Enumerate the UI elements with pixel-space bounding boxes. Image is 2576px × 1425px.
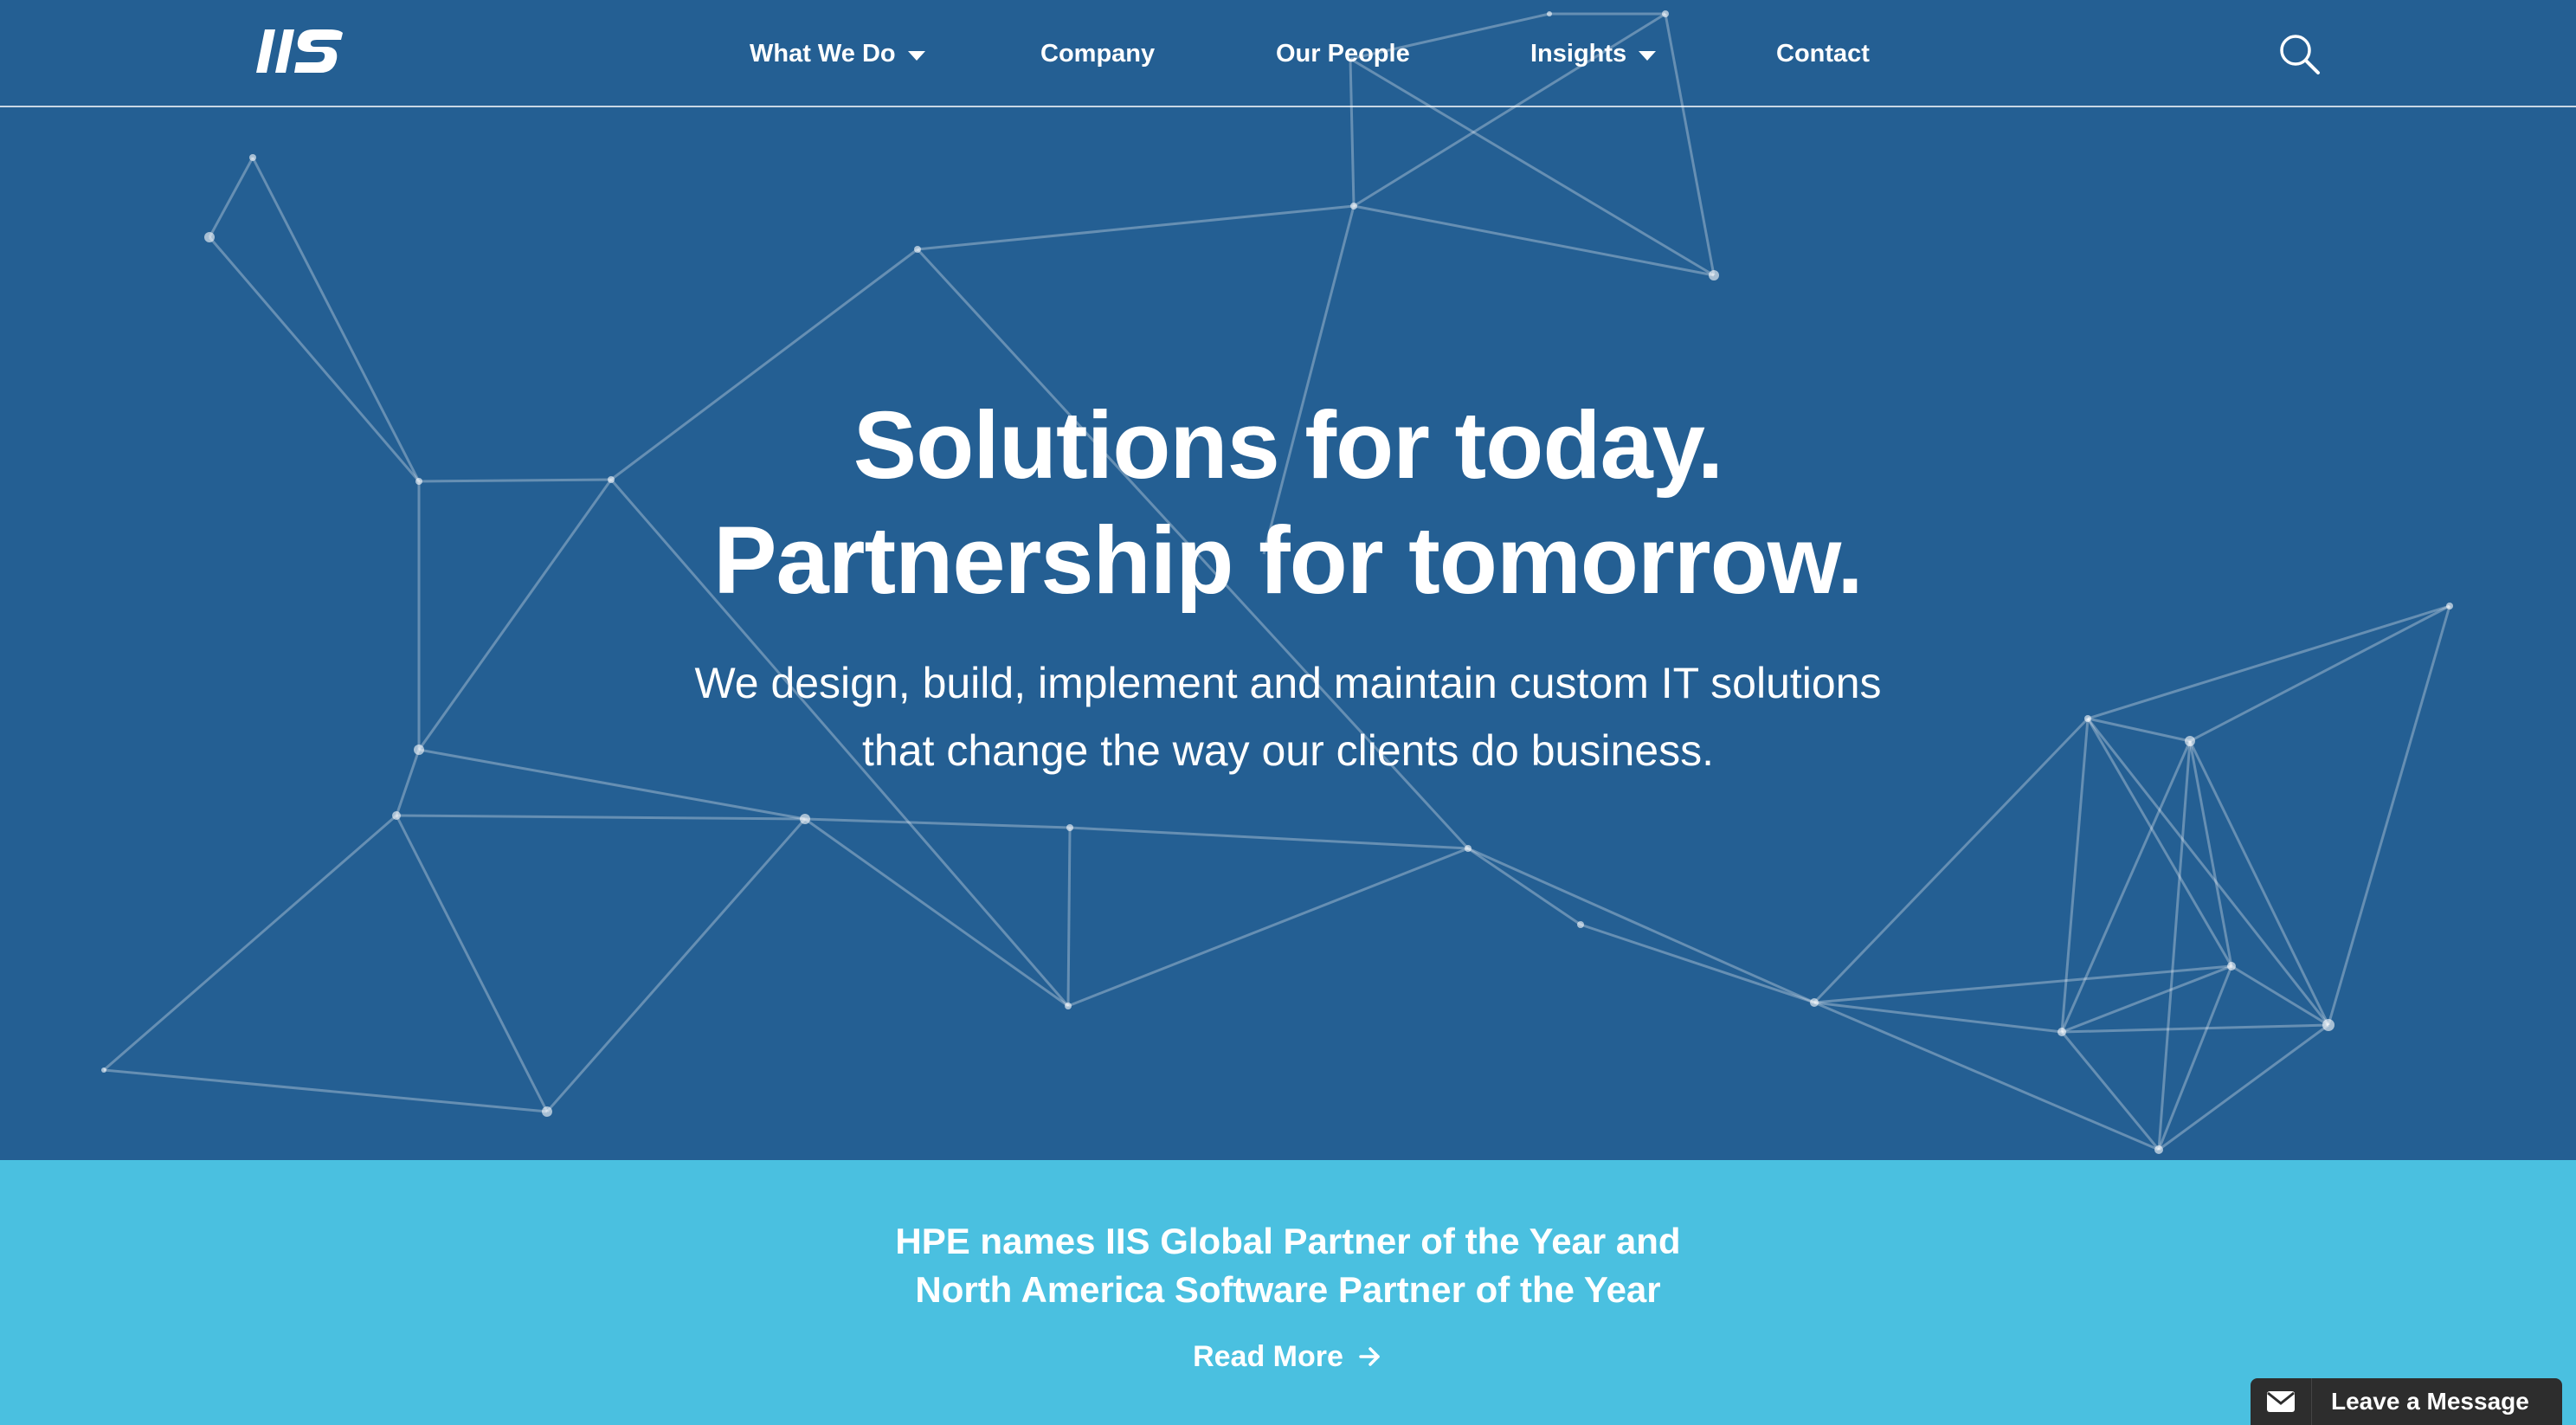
envelope-icon [2267,1391,2295,1412]
hero-section: What We Do Company Our People Insights C… [0,0,2576,1160]
nav-contact-label: Contact [1776,39,1870,68]
hero-headline-line-1: Solutions for today. [853,392,1724,499]
search-button[interactable] [2277,31,2323,78]
chevron-down-icon [1639,50,1657,61]
arrow-right-icon [1359,1347,1380,1366]
nav-company-label: Company [1040,39,1156,68]
chevron-down-icon [907,50,925,61]
site-header: What We Do Company Our People Insights C… [0,0,2576,107]
announcement-banner: HPE names IIS Global Partner of the Year… [0,1160,2576,1425]
hero-subtext-line-2: that change the way our clients do busin… [862,726,1714,775]
envelope-icon-box [2251,1378,2312,1425]
banner-title-line-1: HPE names IIS Global Partner of the Year… [895,1221,1681,1261]
nav-insights[interactable]: Insights [1530,33,1657,74]
leave-message-chat-button[interactable]: Leave a Message [2251,1378,2562,1425]
nav-insights-label: Insights [1530,39,1627,68]
read-more-link[interactable]: Read More [1158,1335,1418,1378]
banner-title-line-2: North America Software Partner of the Ye… [915,1269,1661,1310]
iis-logo-icon [256,29,343,73]
hero-subtext: We design, build, implement and maintain… [596,649,1980,784]
hero-headline-line-2: Partnership for tomorrow. [713,507,1864,614]
read-more-label: Read More [1193,1339,1343,1373]
leave-message-label: Leave a Message [2331,1388,2529,1415]
banner-title: HPE names IIS Global Partner of the Year… [682,1217,1894,1314]
search-icon [2280,35,2320,74]
nav-our-people[interactable]: Our People [1276,33,1410,74]
hero-headline: Solutions for today. Partnership for tom… [509,388,2067,618]
nav-what-we-do[interactable]: What We Do [750,33,925,74]
nav-company[interactable]: Company [1040,33,1155,74]
nav-what-we-do-label: What We Do [750,39,896,68]
hero-subtext-line-1: We design, build, implement and maintain… [694,659,1882,707]
iis-logo[interactable] [253,24,345,78]
nav-contact[interactable]: Contact [1776,33,1870,74]
nav-our-people-label: Our People [1276,39,1410,68]
